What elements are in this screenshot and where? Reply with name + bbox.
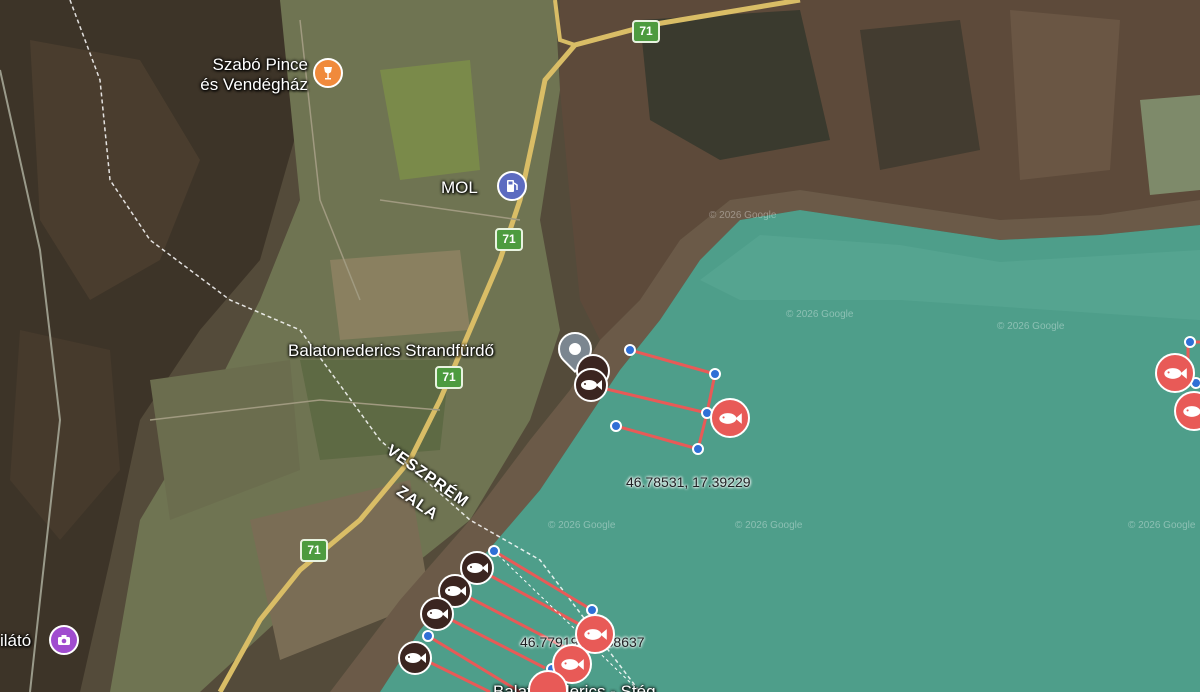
fishing-area-outline: [615, 348, 717, 451]
poi-label-strandfurdo[interactable]: Balatonederics Strandfürdő: [288, 341, 494, 361]
map-view[interactable]: © 2026 Google © 2026 Google © 2026 Googl…: [0, 0, 1200, 692]
poi-label-kilato[interactable]: ilátó: [0, 631, 31, 651]
route-shield-icon: 71: [495, 228, 523, 251]
fish-icon: [1164, 367, 1187, 379]
fishing-areas-overlay: [414, 340, 1200, 692]
route-shield-icon: 71: [300, 539, 328, 562]
viewpoint-poi-marker[interactable]: [49, 625, 79, 655]
camera-icon: [58, 635, 70, 645]
route-shield-icon: 71: [435, 366, 463, 389]
fish-icon: [1183, 405, 1200, 417]
vertex-handle[interactable]: [624, 344, 636, 356]
fish-icon: [581, 380, 602, 390]
fish-marker-red[interactable]: [1155, 353, 1195, 393]
fuel-pump-icon: [507, 180, 518, 192]
vertex-handle[interactable]: [692, 443, 704, 455]
vertex-handle[interactable]: [488, 545, 500, 557]
coordinate-readout: 46.78531, 17.39229: [626, 474, 751, 490]
fish-marker-red[interactable]: [710, 398, 750, 438]
fish-icon: [445, 586, 466, 596]
vertex-handle[interactable]: [422, 630, 434, 642]
fish-icon: [467, 563, 488, 573]
wine-glass-icon: [324, 67, 332, 80]
fish-icon: [427, 609, 448, 619]
route-shield-icon: 71: [632, 20, 660, 43]
poi-label-line: és Vendégház: [200, 75, 308, 94]
fish-icon: [719, 412, 742, 424]
vertex-handle[interactable]: [1184, 336, 1196, 348]
wine-poi-marker[interactable]: [313, 58, 343, 88]
fish-icon: [405, 653, 426, 663]
poi-label-line: Szabó Pince: [212, 55, 308, 74]
fish-marker[interactable]: [420, 597, 454, 631]
fish-icon: [584, 628, 607, 640]
fuel-poi-marker[interactable]: [497, 171, 527, 201]
fish-marker[interactable]: [574, 368, 608, 402]
fish-icon: [561, 658, 584, 670]
vertex-handle[interactable]: [709, 368, 721, 380]
vertex-handle[interactable]: [610, 420, 622, 432]
fish-marker[interactable]: [398, 641, 432, 675]
poi-label-szabo[interactable]: Szabó Pince és Vendégház: [190, 55, 308, 95]
poi-label-mol[interactable]: MOL: [441, 178, 478, 198]
